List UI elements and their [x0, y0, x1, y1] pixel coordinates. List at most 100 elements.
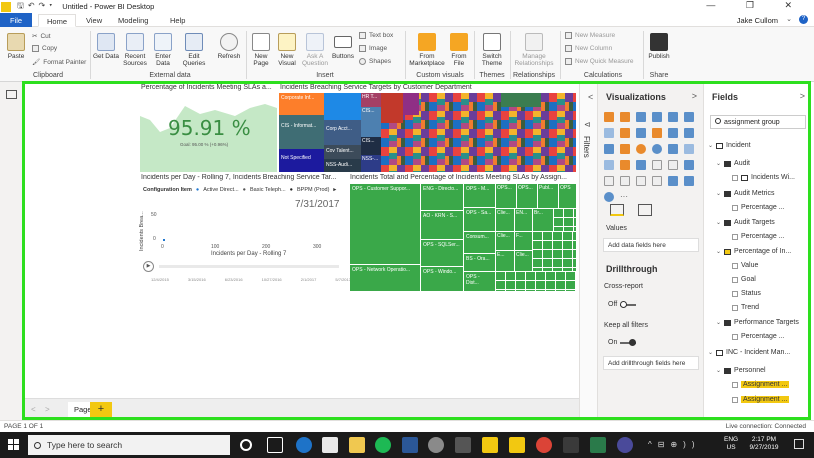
treemap-tile[interactable]: Corporate Inf... — [279, 93, 324, 115]
area-chart-icon[interactable] — [620, 128, 630, 138]
treemap-tile[interactable]: OPS... — [517, 184, 537, 208]
help-button[interactable]: ? — [799, 15, 808, 24]
table-visual-icon[interactable] — [636, 176, 646, 186]
treemap-tile[interactable]: OPS... — [496, 184, 516, 208]
page-nav-next[interactable]: > — [45, 405, 50, 414]
more-visuals-icon[interactable]: ··· — [620, 192, 628, 201]
waterfall-icon[interactable] — [604, 144, 614, 154]
stacked-bar-icon[interactable] — [604, 112, 614, 122]
field-tree-item[interactable]: Value — [732, 262, 758, 269]
publish-button[interactable]: Publish — [646, 33, 672, 60]
treemap-tile[interactable]: Cov Talent... — [324, 145, 361, 159]
treemap-tile[interactable]: Corp Acct... — [324, 120, 361, 145]
edge-browser-icon[interactable] — [296, 437, 312, 453]
new-column-button[interactable]: New Column — [565, 45, 612, 52]
field-tree-item[interactable]: Percentage ... — [732, 204, 785, 211]
app-icon-3[interactable] — [590, 437, 606, 453]
field-tree-item[interactable]: ⌄ Audit — [716, 160, 750, 167]
add-page-button[interactable]: + — [90, 402, 112, 418]
checkbox[interactable] — [732, 290, 738, 297]
ribbon-chart-icon[interactable] — [684, 128, 694, 138]
treemap-tile[interactable]: OPS - Dist... — [464, 272, 495, 291]
windows-start-icon[interactable] — [8, 439, 19, 450]
edit-queries-button[interactable]: Edit Queries — [178, 33, 210, 67]
field-tree-item[interactable]: Trend — [732, 304, 759, 311]
play-button[interactable]: ▶ — [143, 261, 154, 272]
treemap-tile[interactable]: CIS - Informat... — [279, 115, 324, 149]
play-axis-slider[interactable] — [159, 265, 339, 268]
cross-report-toggle[interactable]: Off — [608, 300, 637, 308]
viz-pane-collapse-icon[interactable]: > — [692, 91, 697, 101]
field-tree-item[interactable]: ⌄ Performance Targets — [716, 319, 799, 326]
quick-access-toolbar[interactable]: 🖫↶↷▾ — [17, 0, 56, 14]
scatter-icon[interactable] — [620, 144, 630, 154]
recent-sources-button[interactable]: Recent Sources — [120, 33, 150, 67]
treemap-tile[interactable]: Clie... — [496, 232, 514, 250]
text-box-button[interactable]: Text box — [359, 32, 393, 39]
globe-icon[interactable] — [604, 192, 614, 202]
multi-row-card-icon[interactable] — [668, 160, 678, 170]
treemap-icon[interactable] — [668, 144, 678, 154]
checkbox[interactable] — [732, 276, 738, 283]
system-tray-icons[interactable]: ^⊟⊕)) — [648, 440, 701, 449]
treemap-dept-visual[interactable]: Corporate Inf... CIS - Informat... Not S… — [279, 93, 576, 172]
stacked-area-icon[interactable] — [636, 128, 646, 138]
pie-icon[interactable] — [636, 144, 646, 154]
checkbox[interactable] — [732, 304, 738, 311]
kpi-visual[interactable]: 95.91 % Goal: 95.00 % (+0.96%) — [140, 94, 277, 172]
field-tree-item[interactable]: Incidents Wi... — [732, 174, 795, 181]
clustered-bar-icon[interactable] — [636, 112, 646, 122]
treemap-tile[interactable]: NSS-Audi... — [324, 159, 361, 172]
tab-modeling[interactable]: Modeling — [110, 14, 156, 27]
map-icon[interactable] — [684, 144, 694, 154]
page-nav-prev[interactable]: < — [31, 405, 36, 414]
new-measure-button[interactable]: New Measure — [565, 32, 615, 39]
image-button[interactable]: Image — [359, 45, 387, 52]
app-icon[interactable] — [428, 437, 444, 453]
legend-item[interactable]: Active Direct... — [203, 187, 238, 193]
refresh-button[interactable]: Refresh — [214, 33, 244, 60]
treemap-tile[interactable]: OPS - SQLSer... — [421, 240, 463, 266]
from-marketplace-button[interactable]: From Marketplace — [408, 33, 446, 67]
filters-collapse-icon[interactable]: ⊲ — [584, 120, 591, 129]
treemap-tile[interactable]: Clie... — [515, 251, 532, 271]
treemap-tile[interactable]: ENG - Directo... — [421, 184, 463, 210]
filters-pane-collapsed[interactable]: ⊲ Filters — [579, 82, 597, 420]
field-tree-item[interactable]: ⌄ Percentage of In... — [716, 248, 791, 255]
field-tree-item[interactable]: ⌄ Incident — [708, 142, 751, 149]
line-clustered-icon[interactable] — [668, 128, 678, 138]
treemap-tile[interactable]: Consum... — [464, 232, 495, 253]
treemap-tile[interactable]: Clie... — [496, 209, 514, 231]
treemap-tile[interactable]: BS - Ora... — [464, 254, 495, 271]
tab-file[interactable]: File — [0, 13, 33, 27]
field-tree-item[interactable]: Goal — [732, 276, 756, 283]
checkbox[interactable] — [732, 381, 738, 388]
manage-relationships-button[interactable]: Manage Relationships — [512, 33, 556, 67]
mail-icon[interactable] — [322, 437, 338, 453]
python-visual-icon[interactable] — [620, 176, 630, 186]
checkbox[interactable] — [732, 204, 738, 211]
field-tree-item[interactable]: Percentage ... — [732, 333, 785, 340]
100-column-icon[interactable] — [684, 112, 694, 122]
power-bi-taskbar-icon-2[interactable] — [509, 437, 525, 453]
treemap-tile[interactable]: AO - KRN - S... — [421, 211, 463, 239]
word-icon[interactable] — [402, 437, 418, 453]
report-canvas[interactable]: Percentage of Incidents Meeting SLAs a..… — [23, 82, 579, 398]
field-tree-item[interactable]: Assignment ... — [732, 396, 790, 403]
buttons-button[interactable]: Buttons — [330, 33, 356, 60]
drillthrough-drop-zone[interactable]: Add drillthrough fields here — [603, 356, 699, 370]
treemap-tile[interactable]: Br... — [533, 209, 553, 231]
stacked-column-icon[interactable] — [620, 112, 630, 122]
format-paint-roller-icon[interactable] — [638, 204, 652, 216]
cortana-icon[interactable] — [240, 439, 252, 451]
funnel-icon[interactable] — [620, 160, 630, 170]
tab-view[interactable]: View — [78, 14, 110, 27]
legend-next-icon[interactable]: ▸ — [333, 187, 336, 193]
new-visual-button[interactable]: New Visual — [275, 33, 299, 67]
treemap-tile[interactable]: OPS - Windo... — [421, 267, 463, 291]
treemap-tile[interactable]: F... — [515, 232, 532, 250]
action-center-icon[interactable] — [794, 439, 804, 449]
slicer-icon[interactable] — [604, 176, 614, 186]
checkbox[interactable] — [732, 333, 738, 340]
new-page-button[interactable]: New Page — [249, 33, 273, 67]
